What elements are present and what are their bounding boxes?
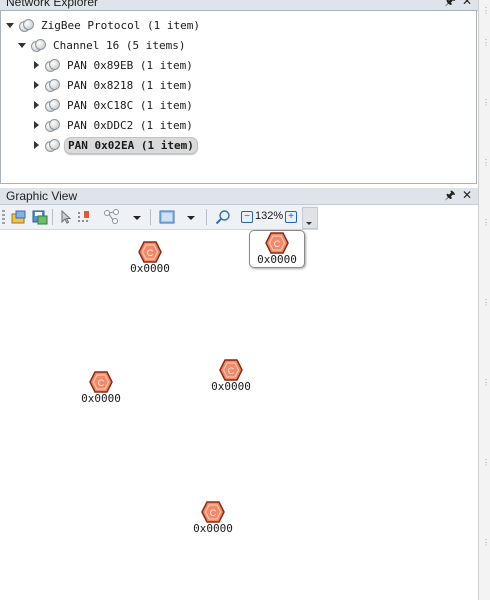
coordinator-hexagon-icon: C	[265, 232, 289, 254]
tree-pan-item-selected[interactable]: PAN 0x02EA (1 item)	[31, 136, 198, 154]
tree-pan-label[interactable]: PAN 0x89EB (1 item)	[64, 58, 196, 73]
zoom-search-icon[interactable]	[214, 208, 232, 226]
network-explorer-tree: ZigBee Protocol (1 item) Channel 16 (5 i…	[0, 10, 477, 184]
toolbar-grip[interactable]	[2, 210, 5, 224]
strip-marker: ⋮	[482, 38, 490, 47]
toolbar-separator	[52, 209, 53, 225]
channel-icon	[31, 39, 46, 52]
toolbar-separator	[206, 209, 207, 225]
frame-view-icon[interactable]	[158, 208, 176, 226]
coordinator-node[interactable]: C 0x0000	[120, 241, 180, 275]
pan-icon	[45, 99, 60, 112]
tree-pan-label[interactable]: PAN 0xC18C (1 item)	[64, 98, 196, 113]
graphic-view-header: Graphic View 🖈 ✕	[0, 188, 478, 205]
graphic-view-title: Graphic View	[6, 189, 78, 203]
tree-pan-item[interactable]: PAN 0xC18C (1 item)	[31, 96, 196, 114]
right-dock-strip: ⋮ ⋮ ⋮ ⋮ ⋮ ⋮ ⋮ ⋮ ⋮	[478, 0, 490, 600]
tree-channel[interactable]: Channel 16 (5 items)	[17, 36, 188, 54]
collapse-arrow-icon[interactable]	[31, 80, 41, 90]
tree-pan-label[interactable]: PAN 0xDDC2 (1 item)	[64, 118, 196, 133]
coordinator-hexagon-icon: C	[138, 241, 162, 263]
node-address: 0x0000	[211, 380, 251, 393]
node-address: 0x0000	[257, 253, 297, 266]
tree-pan-item[interactable]: PAN 0xDDC2 (1 item)	[31, 116, 196, 134]
open-layout-icon[interactable]	[10, 208, 28, 226]
pan-icon	[45, 119, 60, 132]
tree-pan-label[interactable]: PAN 0x8218 (1 item)	[64, 78, 196, 93]
graphic-view-toolbar: − 132% +	[0, 205, 318, 230]
tree-root-label[interactable]: ZigBee Protocol (1 item)	[38, 18, 203, 33]
close-icon[interactable]: ✕	[460, 188, 474, 203]
coordinator-node[interactable]: C 0x0000	[183, 501, 243, 535]
strip-marker: ⋮	[482, 6, 490, 15]
coordinator-hexagon-icon: C	[201, 501, 225, 523]
strip-marker: ⋮	[482, 98, 490, 107]
frame-dropdown-icon[interactable]	[185, 208, 197, 226]
coordinator-node[interactable]: C 0x0000	[71, 371, 131, 405]
toolbar-separator	[150, 209, 151, 225]
strip-marker: ⋮	[482, 218, 490, 227]
coordinator-hexagon-icon: C	[89, 371, 113, 393]
node-address: 0x0000	[193, 522, 233, 535]
tree-pan-label[interactable]: PAN 0x02EA (1 item)	[64, 136, 198, 154]
node-address: 0x0000	[81, 392, 121, 405]
save-layout-icon[interactable]	[31, 208, 49, 226]
graphic-view-canvas[interactable]: − 132% + C 0x0000 C 0x0000 C 0x0000 C 0x…	[0, 205, 478, 600]
zoom-level: 132%	[255, 210, 284, 222]
tree-pan-item[interactable]: PAN 0x89EB (1 item)	[31, 56, 196, 74]
collapse-arrow-icon[interactable]	[31, 120, 41, 130]
pin-icon[interactable]: 🖈	[443, 0, 457, 9]
zoom-out-icon[interactable]: −	[241, 211, 253, 223]
node-letter: C	[274, 239, 281, 249]
layout-dropdown-icon[interactable]	[131, 208, 143, 226]
tree-pan-item[interactable]: PAN 0x8218 (1 item)	[31, 76, 196, 94]
pin-icon[interactable]: 🖈	[443, 188, 457, 203]
expand-arrow-icon[interactable]	[5, 20, 15, 30]
coordinator-node[interactable]: C 0x0000	[201, 359, 261, 393]
strip-marker: ⋮	[482, 298, 490, 307]
pan-icon	[45, 79, 60, 92]
pan-icon	[45, 59, 60, 72]
network-explorer-title: Network Explorer	[6, 0, 99, 9]
network-layout-icon[interactable]	[103, 208, 121, 226]
strip-marker: ⋮	[482, 538, 490, 547]
zoom-in-icon[interactable]: +	[285, 211, 297, 223]
node-letter: C	[210, 508, 217, 518]
node-address: 0x0000	[130, 262, 170, 275]
pan-icon	[45, 139, 60, 152]
strip-marker: ⋮	[482, 458, 490, 467]
collapse-arrow-icon[interactable]	[31, 140, 41, 150]
toolbar-overflow-button[interactable]	[302, 207, 318, 229]
select-pointer-icon[interactable]	[57, 208, 75, 226]
coordinator-hexagon-icon: C	[219, 359, 243, 381]
node-letter: C	[228, 366, 235, 376]
protocol-icon	[19, 19, 34, 32]
hand-grid-icon[interactable]	[76, 208, 94, 226]
coordinator-node-selected[interactable]: C 0x0000	[249, 230, 305, 268]
strip-marker: ⋮	[482, 158, 490, 167]
strip-marker: ⋮	[482, 378, 490, 387]
tree-channel-label[interactable]: Channel 16 (5 items)	[50, 38, 188, 53]
tree-root[interactable]: ZigBee Protocol (1 item)	[5, 16, 203, 34]
collapse-arrow-icon[interactable]	[31, 100, 41, 110]
collapse-arrow-icon[interactable]	[31, 60, 41, 70]
close-icon[interactable]: ✕	[460, 0, 474, 9]
node-letter: C	[98, 378, 105, 388]
node-letter: C	[147, 248, 154, 258]
expand-arrow-icon[interactable]	[17, 40, 27, 50]
